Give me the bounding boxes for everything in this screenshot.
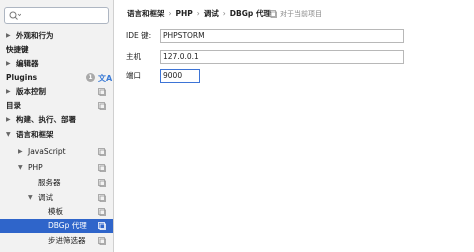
- expand-arrow-icon[interactable]: ▶: [18, 145, 23, 159]
- search-input[interactable]: [4, 7, 109, 24]
- sidebar-item-label: 步进筛选器: [48, 236, 86, 245]
- sidebar-item-label: 服务器: [38, 178, 61, 187]
- breadcrumb-separator: ›: [168, 9, 172, 18]
- project-settings-icon: [98, 88, 106, 96]
- sidebar-item-step-filters[interactable]: 步进筛选器: [0, 234, 113, 248]
- sidebar-item-vcs[interactable]: ▶ 版本控制: [0, 85, 113, 99]
- sidebar-item-label: 编辑器: [16, 59, 39, 68]
- sidebar-item-label: 目录: [6, 101, 21, 110]
- sidebar-item-servers[interactable]: 服务器: [0, 176, 113, 190]
- port-label: 端口: [126, 71, 141, 80]
- sidebar-item-label: 模板: [48, 207, 63, 216]
- expand-arrow-icon[interactable]: ▶: [6, 85, 11, 99]
- sidebar-item-languages[interactable]: ▼ 语言和框架: [0, 128, 113, 142]
- breadcrumb-separator: ›: [196, 9, 200, 18]
- breadcrumb-item: DBGp 代理: [229, 9, 271, 18]
- settings-content: 语言和框架 › PHP › 调试 › DBGp 代理 对于当前项目 IDE 键: PHPST…: [115, 0, 474, 252]
- settings-sidebar: ▶ 外观和行为 快捷键 ▶ 编辑器 Plugins 1 文A ▶ 版本控制 目录…: [0, 0, 114, 252]
- breadcrumb: 语言和框架 › PHP › 调试 › DBGp 代理: [127, 7, 271, 21]
- sidebar-item-javascript[interactable]: ▶ JavaScript: [0, 145, 113, 159]
- sidebar-item-directories[interactable]: 目录: [0, 99, 113, 113]
- sidebar-item-label: PHP: [28, 163, 43, 172]
- project-settings-icon: [98, 148, 106, 156]
- sidebar-item-label: 快捷键: [6, 45, 29, 54]
- collapse-arrow-icon[interactable]: ▼: [18, 161, 23, 175]
- translate-icon: 文A: [98, 74, 113, 83]
- sidebar-item-php[interactable]: ▼ PHP: [0, 161, 113, 175]
- breadcrumb-item[interactable]: PHP: [176, 9, 193, 18]
- sidebar-item-label: Plugins: [6, 73, 38, 82]
- sidebar-item-label: 构建、执行、部署: [16, 115, 76, 124]
- sidebar-item-label: DBGp 代理: [48, 221, 87, 230]
- sidebar-item-appearance[interactable]: ▶ 外观和行为: [0, 29, 113, 43]
- sidebar-item-dbgp-proxy[interactable]: DBGp 代理: [0, 219, 113, 233]
- project-settings-icon: [98, 237, 106, 245]
- ide-key-field[interactable]: PHPSTORM: [160, 29, 404, 43]
- project-settings-icon: [98, 208, 106, 216]
- project-settings-icon: [98, 194, 106, 202]
- expand-arrow-icon[interactable]: ▶: [6, 57, 11, 71]
- host-label: 主机: [126, 52, 141, 61]
- sidebar-item-plugins[interactable]: Plugins 1 文A: [0, 71, 113, 85]
- project-settings-icon: [98, 102, 106, 110]
- port-field[interactable]: 9000: [160, 69, 200, 83]
- breadcrumb-item[interactable]: 语言和框架: [127, 9, 165, 18]
- search-icon: [9, 11, 21, 20]
- ide-key-label: IDE 键:: [126, 31, 152, 40]
- sidebar-item-editor[interactable]: ▶ 编辑器: [0, 57, 113, 71]
- sidebar-item-label: JavaScript: [28, 147, 66, 156]
- sidebar-item-debug[interactable]: ▼ 调试: [0, 191, 113, 205]
- project-settings-icon: [98, 179, 106, 187]
- project-settings-icon: [98, 222, 106, 230]
- collapse-arrow-icon[interactable]: ▼: [6, 128, 11, 142]
- sidebar-item-build[interactable]: ▶ 构建、执行、部署: [0, 113, 113, 127]
- sidebar-item-label: 语言和框架: [16, 130, 54, 139]
- sidebar-item-label: 版本控制: [16, 87, 46, 96]
- expand-arrow-icon[interactable]: ▶: [6, 29, 11, 43]
- project-settings-icon: [98, 164, 106, 172]
- project-settings-icon: [269, 10, 277, 18]
- project-scope-label: 对于当前项目: [280, 10, 322, 18]
- collapse-arrow-icon[interactable]: ▼: [28, 191, 33, 205]
- sidebar-item-keymap[interactable]: 快捷键: [0, 43, 113, 57]
- update-count-badge: 1: [86, 73, 95, 82]
- breadcrumb-separator: ›: [222, 9, 226, 18]
- host-field[interactable]: 127.0.0.1: [160, 50, 404, 64]
- expand-arrow-icon[interactable]: ▶: [6, 113, 11, 127]
- sidebar-item-label: 调试: [38, 193, 53, 202]
- breadcrumb-item[interactable]: 调试: [204, 9, 219, 18]
- sidebar-item-templates[interactable]: 模板: [0, 205, 113, 219]
- sidebar-item-label: 外观和行为: [16, 31, 54, 40]
